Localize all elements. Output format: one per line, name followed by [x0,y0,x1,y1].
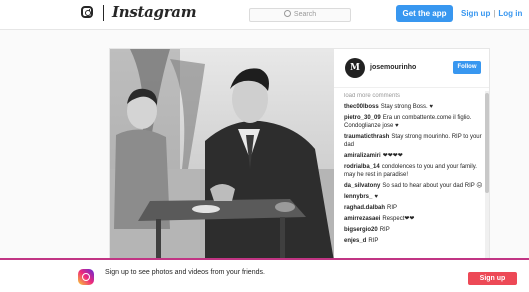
sign-up-button[interactable]: Sign up [468,272,517,285]
post-sidebar: M josemourinho Follow load more comments… [334,49,489,259]
scrollbar-thumb[interactable] [485,93,489,193]
comments-scrollbar[interactable] [485,91,489,259]
comment-user[interactable]: da_silvatony [344,183,380,189]
comment-user[interactable]: raghad.dalbah [344,205,385,211]
comment-item: traumaticthrash Stay strong mourinho. RIP… [344,133,484,149]
search-icon [283,10,291,17]
comment-user[interactable]: rodrialba_14 [344,164,380,170]
log-in-link[interactable]: Log in [498,9,522,18]
search-input[interactable]: Search [249,8,351,22]
comment-text: Stay strong Boss. ♥ [380,104,433,110]
auth-separator: | [493,9,496,18]
comment-item: amirrezasaei Respect❤❤ [344,215,484,223]
comment-user[interactable]: amirrezasaei [344,216,380,222]
avatar[interactable]: M [345,58,365,78]
search-placeholder: Search [293,11,317,18]
top-navigation: Instagram Search Get the app Sign up | Log… [0,0,529,30]
comment-text: ♥ [374,194,378,200]
comment-text: So sad to hear about your dad RIP ☹ [382,183,483,189]
comment-item: pietro_30_09 Era un combattente.come il f… [344,114,484,130]
comment-item: enjes_d RIP [344,237,484,245]
comment-item: bigsergio20 RIP [344,226,484,234]
instagram-app-icon [78,269,94,285]
comment-item: rodrialba_14 condolences to you and your … [344,163,484,179]
banner-message: Sign up to see photos and videos from yo… [105,269,265,276]
load-more-comments-link[interactable]: load more comments [344,93,484,99]
comment-item: raghad.dalbah RIP [344,204,484,212]
comment-user[interactable]: lennybrs_ [344,194,372,200]
post-photo[interactable] [110,49,334,260]
comment-user[interactable]: amiralizamiri [344,153,381,159]
instagram-camera-icon[interactable] [81,6,93,18]
comment-user[interactable]: enjes_d [344,238,366,244]
comment-text: RIP [379,227,390,233]
signup-banner: Sign up to see photos and videos from yo… [0,258,529,292]
follow-button[interactable]: Follow [453,61,481,74]
comments-list: load more comments thec00lboss Stay stron… [344,93,484,259]
comment-text: ❤❤❤❤ [382,153,403,159]
logo-divider [103,5,104,21]
post-card: M josemourinho Follow load more comments… [109,48,490,260]
get-the-app-button[interactable]: Get the app [396,5,453,22]
auth-links: Sign up | Log in [461,9,522,18]
post-header: M josemourinho Follow [334,49,489,88]
comment-user[interactable]: thec00lboss [344,104,379,110]
comment-item: lennybrs_ ♥ [344,193,484,201]
comment-user[interactable]: pietro_30_09 [344,115,381,121]
comment-item: da_silvatony So sad to hear about your da… [344,182,484,190]
sign-up-link[interactable]: Sign up [461,9,490,18]
comment-text: RIP [387,205,398,211]
comment-item: amiralizamiri ❤❤❤❤ [344,152,484,160]
comment-text: Respect❤❤ [382,216,415,222]
comment-text: RIP [368,238,379,244]
comment-item: thec00lboss Stay strong Boss. ♥ [344,103,484,111]
comment-user[interactable]: traumaticthrash [344,134,389,140]
post-username[interactable]: josemourinho [370,64,416,71]
comment-user[interactable]: bigsergio20 [344,227,378,233]
instagram-wordmark[interactable]: Instagram [112,3,197,21]
